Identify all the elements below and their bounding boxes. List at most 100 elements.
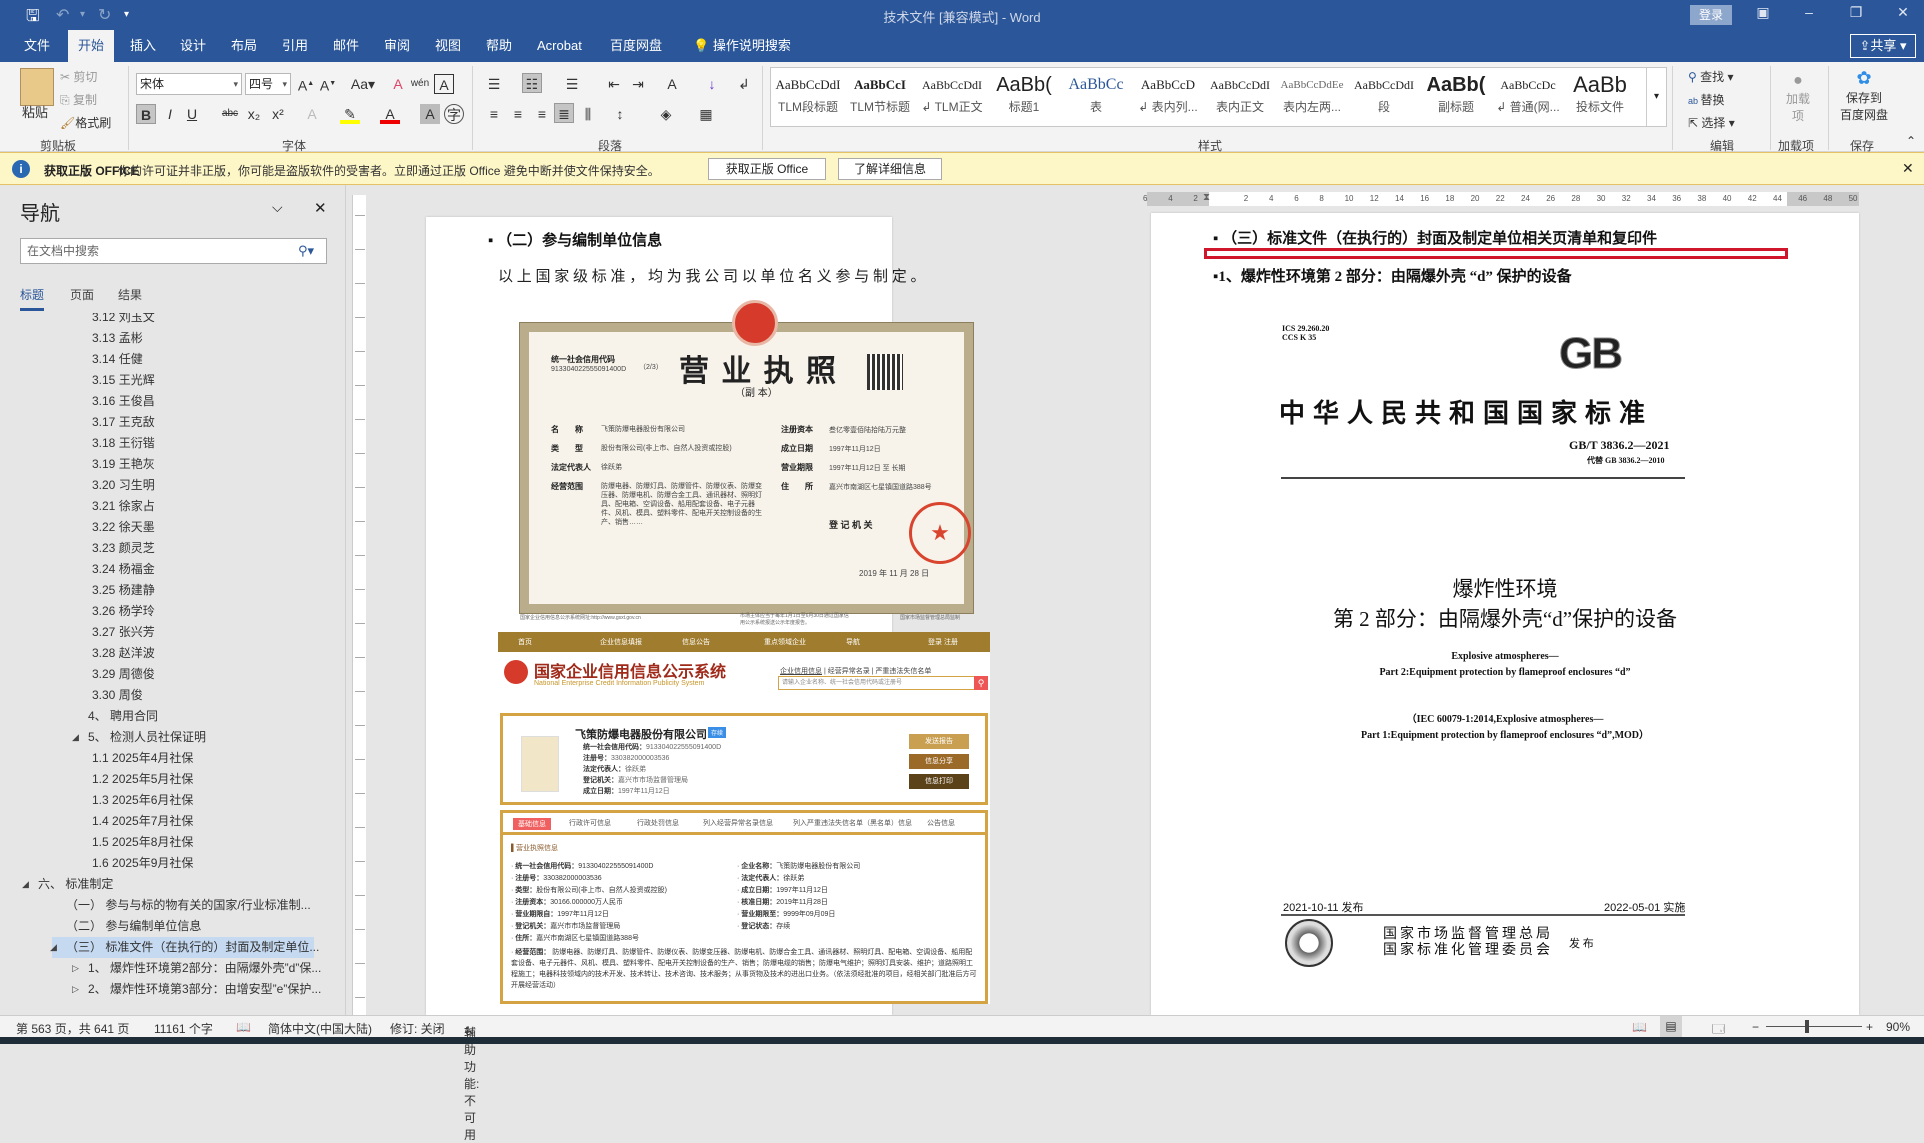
zoom-slider-thumb[interactable] <box>1805 1020 1810 1033</box>
learn-more-button[interactable]: 了解详细信息 <box>838 158 942 180</box>
style-item[interactable]: AaBb(标题1 <box>989 68 1059 126</box>
style-item[interactable]: AaBbCcDdI TLM段标题 <box>773 68 843 126</box>
tab-help[interactable]: 帮助 <box>476 30 522 62</box>
underline-icon[interactable]: U <box>182 104 202 124</box>
nav-tree-item[interactable]: 3.25 杨建静 <box>92 580 155 601</box>
zoom-out-button[interactable]: − <box>1752 1020 1759 1034</box>
nav-tree-item[interactable]: ▷ 1、 爆炸性环境第2部分：由隔爆外壳”d”保... <box>72 958 321 979</box>
page-count[interactable]: 第 563 页，共 641 页 <box>16 1020 129 1037</box>
collapse-icon[interactable]: ◢ <box>50 937 57 958</box>
nav-tree-item[interactable]: 3.29 周德俊 <box>92 664 155 685</box>
zoom-in-button[interactable]: + <box>1866 1020 1873 1034</box>
italic-icon[interactable]: I <box>160 104 180 124</box>
nav-tree-item[interactable]: 3.30 周俊 <box>92 685 143 706</box>
format-painter-button[interactable]: 🖌格式刷 <box>60 114 111 131</box>
paste-button[interactable]: 粘贴 <box>22 102 48 121</box>
tab-layout[interactable]: 布局 <box>221 30 267 62</box>
close-icon[interactable]: ✕ <box>1888 4 1918 21</box>
character-border-icon[interactable]: A <box>434 74 454 94</box>
get-genuine-office-button[interactable]: 获取正版 Office <box>708 158 826 180</box>
distributed-icon[interactable]: ⫼ <box>578 104 598 124</box>
login-button[interactable]: 登录 <box>1690 5 1732 25</box>
increase-indent-icon[interactable]: ⇥ <box>628 74 648 94</box>
paste-icon[interactable] <box>20 68 54 106</box>
collapse-ribbon-icon[interactable]: ⌃ <box>1906 134 1916 148</box>
shrink-font-icon[interactable]: A▼ <box>318 74 338 94</box>
credit-nav-item[interactable]: 导航 <box>846 637 860 647</box>
change-case-icon[interactable]: Aa▾ <box>348 74 378 94</box>
credit-nav-item[interactable]: 信息公告 <box>682 637 710 647</box>
close-icon[interactable]: ✕ <box>314 199 327 217</box>
detail-tab[interactable]: 行政处罚信息 <box>637 818 679 828</box>
tell-me-search[interactable]: 💡 操作说明搜索 <box>683 30 801 62</box>
align-right-icon[interactable]: ≡ <box>532 104 552 124</box>
detail-tab[interactable]: 基础信息 <box>513 818 551 830</box>
tab-design[interactable]: 设计 <box>170 30 216 62</box>
align-center-icon[interactable]: ≡ <box>508 104 528 124</box>
styles-more-icon[interactable]: ▾ <box>1646 68 1666 126</box>
tab-acrobat[interactable]: Acrobat <box>527 30 592 62</box>
cut-button[interactable]: ✂ 剪切 <box>60 68 97 85</box>
style-item[interactable]: AaBbCcDdEe 表内左两... <box>1277 68 1347 126</box>
tab-insert[interactable]: 插入 <box>120 30 166 62</box>
phonetic-guide-icon[interactable]: wén <box>410 74 430 94</box>
detail-tab[interactable]: 列入经营异常名录信息 <box>703 818 773 828</box>
enclose-characters-icon[interactable]: 字 <box>444 104 464 124</box>
nav-tab-results[interactable]: 结果 <box>118 286 142 303</box>
nav-tree-item[interactable]: 3.18 王衍锴 <box>92 433 155 454</box>
search-tab[interactable]: 经营异常名录 <box>828 668 870 675</box>
nav-tree-item[interactable]: 3.27 张兴芳 <box>92 622 155 643</box>
borders-icon[interactable]: ▦ <box>696 104 716 124</box>
tab-mailings[interactable]: 邮件 <box>323 30 369 62</box>
style-item[interactable]: AaBbCcDdI 段 <box>1349 68 1419 126</box>
nav-tree-item[interactable]: 3.15 王光辉 <box>92 370 155 391</box>
language[interactable]: 简体中文(中国大陆) <box>268 1020 372 1037</box>
multilevel-list-icon[interactable]: ☰ <box>562 74 582 94</box>
addins-button[interactable]: ● 加载项 <box>1784 72 1812 124</box>
text-effects-icon[interactable]: A <box>302 104 322 124</box>
nav-tree-item[interactable]: 1.1 2025年4月社保 <box>92 748 193 769</box>
read-mode-icon[interactable]: 📖 <box>1632 1020 1647 1034</box>
credit-nav-item[interactable]: 登录 注册 <box>928 637 958 647</box>
font-color-icon[interactable]: A <box>380 104 400 124</box>
zoom-level[interactable]: 90% <box>1886 1020 1910 1034</box>
save-to-baidu-button[interactable]: ✿ 保存到 百度网盘 <box>1836 68 1892 123</box>
copy-button[interactable]: ⎘ 复制 <box>60 91 97 108</box>
horizontal-ruler[interactable]: 6 4 2 2 4 6 8 10 12 14 16 18 20 22 24 26 28 30 32 34 36 38 40 4… <box>1143 192 1859 206</box>
search-icon[interactable]: ⚲ <box>974 676 988 690</box>
credit-search-input[interactable]: 请输入企业名称、统一社会信用代码或注册号 <box>778 676 976 690</box>
style-item[interactable]: AaBb 投标文件 <box>1565 68 1635 126</box>
decrease-indent-icon[interactable]: ⇤ <box>604 74 624 94</box>
grow-font-icon[interactable]: A▲ <box>296 74 316 94</box>
credit-nav-item[interactable]: 企业信息填报 <box>600 637 642 647</box>
align-left-icon[interactable]: ≡ <box>484 104 504 124</box>
tab-view[interactable]: 视图 <box>425 30 471 62</box>
expand-icon[interactable]: ▷ <box>72 958 79 979</box>
superscript-icon[interactable]: x² <box>268 104 288 124</box>
detail-tab[interactable]: 列入严重违法失信名单（黑名单）信息 <box>793 818 912 828</box>
restore-icon[interactable]: ❐ <box>1841 4 1871 21</box>
show-formatting-marks-icon[interactable]: ↲ <box>734 74 754 94</box>
clear-formatting-icon[interactable]: A <box>388 74 408 94</box>
sort-icon[interactable]: ↓ <box>702 74 722 94</box>
nav-tree-item[interactable]: 1.4 2025年7月社保 <box>92 811 193 832</box>
ribbon-display-options-icon[interactable]: ▣ <box>1748 4 1778 21</box>
nav-tree-item[interactable]: 3.17 王克敌 <box>92 412 155 433</box>
nav-tree-item[interactable]: 3.26 杨学玲 <box>92 601 155 622</box>
nav-tree-item[interactable]: 3.21 徐家占 <box>92 496 155 517</box>
font-name-select[interactable]: 宋体 <box>136 73 242 95</box>
credit-nav-item[interactable]: 重点领域企业 <box>764 637 806 647</box>
asian-layout-icon[interactable]: A <box>662 74 682 94</box>
search-icon[interactable]: ⚲▾ <box>298 243 314 259</box>
nav-tree-item[interactable]: 3.22 徐天墨 <box>92 517 155 538</box>
style-item[interactable]: AaBbCcD ↲ 表内列... <box>1133 68 1203 126</box>
word-count[interactable]: 11161 个字 <box>154 1020 213 1037</box>
bullets-icon[interactable]: ☰ <box>484 74 504 94</box>
share-info-button[interactable]: 信息分享 <box>909 754 969 769</box>
nav-search-input[interactable]: 在文档中搜索 <box>20 238 327 264</box>
nav-tree-item[interactable]: （二） 参与编制单位信息 <box>66 916 201 937</box>
justify-icon[interactable]: ≣ <box>554 103 574 123</box>
style-item[interactable]: AaBbCcDdI ↲ TLM正文 <box>917 68 987 126</box>
subscript-icon[interactable]: x₂ <box>244 104 264 124</box>
print-info-button[interactable]: 信息打印 <box>909 774 969 789</box>
